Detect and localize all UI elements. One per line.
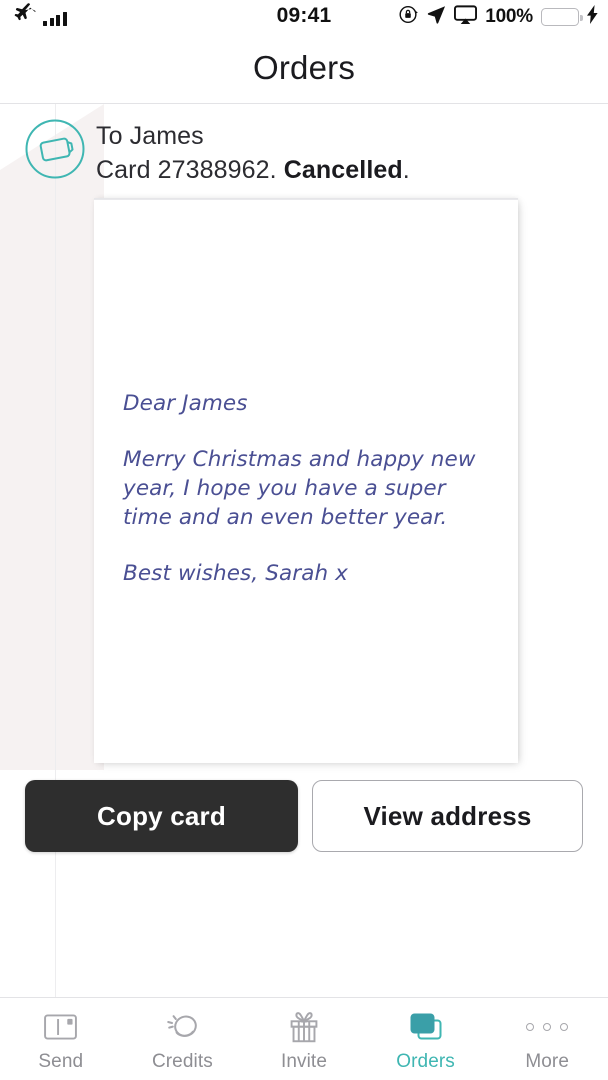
stacked-cards-icon [409,1010,443,1044]
tab-invite-label: Invite [280,1050,327,1072]
coin-icon [165,1010,199,1044]
gift-icon [289,1010,319,1044]
card-signoff: Best wishes, Sarah x [123,561,348,586]
order-status-line: Card 27388962. Cancelled. [96,154,410,187]
nav-bar: Orders [0,32,608,104]
tab-credits[interactable]: Credits [122,998,244,1080]
card-preview[interactable]: Dear James Merry Christmas and happy new… [94,198,518,763]
tab-credits-label: Credits [151,1050,213,1072]
postcard-icon [44,1010,78,1044]
card-message: Dear James Merry Christmas and happy new… [123,389,493,588]
tab-send-label: Send [38,1050,84,1072]
battery-icon [541,8,583,26]
tab-bar: Send Credits Invite Orders More [0,998,608,1080]
app-screen: 09:41 100% Orders To James Card 27388962… [0,0,608,1080]
action-bar: Copy card View address [0,780,608,852]
ellipsis-icon [526,1010,569,1044]
status-bar: 09:41 100% [0,0,608,32]
order-header-text: To James Card 27388962. Cancelled. [96,120,410,187]
battery-percent-label: 100% [485,6,533,27]
copy-card-button[interactable]: Copy card [25,780,298,852]
order-status-badge: Cancelled [283,156,403,184]
status-bar-right: 100% [398,4,598,30]
card-circle-icon [24,118,86,180]
tab-send[interactable]: Send [0,998,122,1080]
airplay-icon [454,4,478,30]
tab-invite[interactable]: Invite [243,998,365,1080]
order-card-number: Card 27388962. [96,156,277,184]
order-status-period: . [402,156,410,184]
tab-orders[interactable]: Orders [365,998,487,1080]
card-greeting: Dear James [123,391,248,416]
rotation-lock-icon [398,4,419,30]
order-recipient: To James [96,122,204,150]
lightning-bolt-icon [587,5,598,29]
tab-more-label: More [525,1050,570,1072]
card-back-panel [0,104,104,770]
page-title: Orders [252,49,356,86]
location-arrow-icon [427,5,446,29]
tab-orders-label: Orders [396,1050,455,1072]
view-address-button[interactable]: View address [312,780,583,852]
card-body: Merry Christmas and happy new year, I ho… [123,447,476,530]
tab-more[interactable]: More [486,998,608,1080]
order-header[interactable]: To James Card 27388962. Cancelled. [0,104,608,198]
card-fold-line [55,104,56,998]
